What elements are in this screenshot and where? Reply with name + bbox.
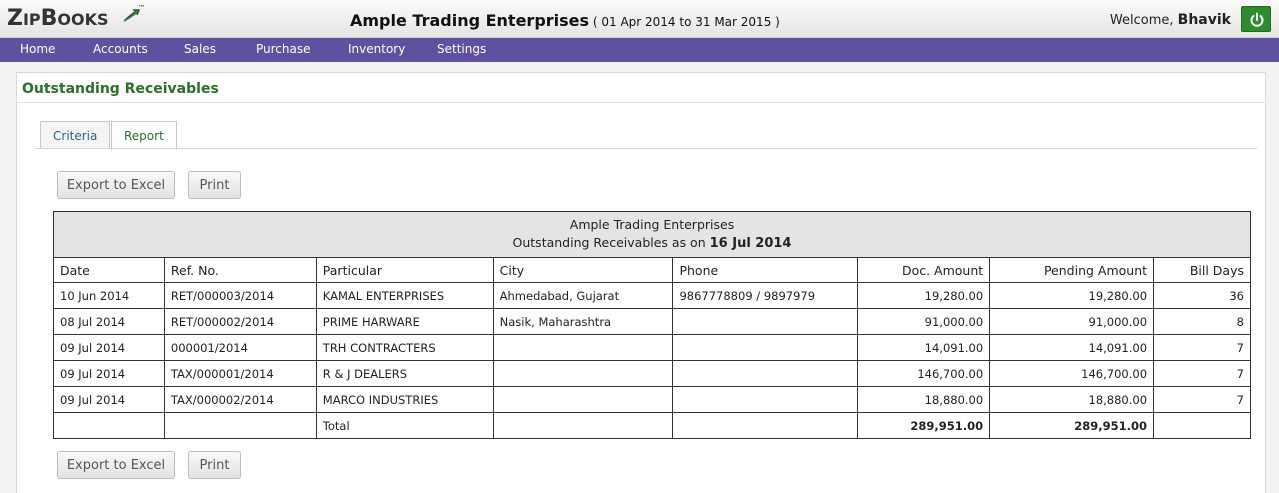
cell-city <box>492 334 674 361</box>
print-button-top[interactable]: Print <box>188 171 241 199</box>
cell-particular: TRH CONTRACTERS <box>315 334 494 361</box>
cell-date: 09 Jul 2014 <box>53 360 165 387</box>
cell-pending-amount: 146,700.00 <box>989 360 1155 387</box>
cell-phone <box>672 360 859 387</box>
cell-bill-days: 7 <box>1153 386 1251 413</box>
nav-inventory[interactable]: Inventory <box>348 42 405 56</box>
cell-ref-no: RET/000002/2014 <box>163 308 317 335</box>
cell-ref-no: TAX/000002/2014 <box>163 386 317 413</box>
cell-bill-days: 7 <box>1153 334 1251 361</box>
cell-doc-amount: 146,700.00 <box>857 360 991 387</box>
col-city: City <box>492 257 674 283</box>
export-excel-button-bottom[interactable]: Export to Excel <box>57 451 175 479</box>
table-row: 09 Jul 2014 000001/2014 TRH CONTRACTERS … <box>53 334 1251 361</box>
cell-ref-no: TAX/000001/2014 <box>163 360 317 387</box>
cell-particular: KAMAL ENTERPRISES <box>315 282 494 309</box>
cell-date: 08 Jul 2014 <box>53 308 165 335</box>
col-pending-amount: Pending Amount <box>989 257 1155 283</box>
cell-date: 10 Jun 2014 <box>53 282 165 309</box>
cell-doc-amount: 91,000.00 <box>857 308 991 335</box>
cell-phone <box>672 334 859 361</box>
cell-city <box>492 360 674 387</box>
print-button-bottom[interactable]: Print <box>188 451 241 479</box>
financial-period: ( 01 Apr 2014 to 31 Mar 2015 ) <box>592 15 780 29</box>
nav-purchase[interactable]: Purchase <box>256 42 311 56</box>
cell-doc-amount: 19,280.00 <box>857 282 991 309</box>
nav-home[interactable]: Home <box>20 42 55 56</box>
cell-particular: R & J DEALERS <box>315 360 494 387</box>
cell-date: 09 Jul 2014 <box>53 334 165 361</box>
table-row: 10 Jun 2014 RET/000003/2014 KAMAL ENTERP… <box>53 282 1251 309</box>
cell-doc-amount: 14,091.00 <box>857 334 991 361</box>
table-row: 09 Jul 2014 TAX/000001/2014 R & J DEALER… <box>53 360 1251 387</box>
cell-pending-amount: 14,091.00 <box>989 334 1155 361</box>
main-nav: Home Accounts Sales Purchase Inventory S… <box>0 38 1279 62</box>
cell-city: Ahmedabad, Gujarat <box>492 282 674 309</box>
nav-accounts[interactable]: Accounts <box>93 42 148 56</box>
company-title: Ample Trading Enterprises ( 01 Apr 2014 … <box>350 11 780 30</box>
table-row: 08 Jul 2014 RET/000002/2014 PRIME HARWAR… <box>53 308 1251 335</box>
cell-bill-days: 8 <box>1153 308 1251 335</box>
col-phone: Phone <box>672 257 859 283</box>
cell-pending-amount: 19,280.00 <box>989 282 1155 309</box>
table-row: 09 Jul 2014 TAX/000002/2014 MARCO INDUST… <box>53 386 1251 413</box>
title-divider <box>17 102 1265 103</box>
logo-trademark: ™ <box>138 4 145 12</box>
welcome-text: Welcome, Bhavik <box>1110 12 1231 28</box>
page-title: Outstanding Receivables <box>22 81 219 97</box>
total-label: Total <box>315 412 494 439</box>
logout-button[interactable] <box>1241 6 1271 32</box>
cell-bill-days: 36 <box>1153 282 1251 309</box>
cell-ref-no: RET/000003/2014 <box>163 282 317 309</box>
cell-city: Nasik, Maharashtra <box>492 308 674 335</box>
nav-settings[interactable]: Settings <box>437 42 486 56</box>
nav-sales[interactable]: Sales <box>184 42 216 56</box>
power-icon <box>1250 12 1264 27</box>
cell-doc-amount: 18,880.00 <box>857 386 991 413</box>
cell-phone <box>672 308 859 335</box>
cell-pending-amount: 91,000.00 <box>989 308 1155 335</box>
cell-pending-amount: 18,880.00 <box>989 386 1155 413</box>
cell-phone: 9867778809 / 9897979 <box>672 282 859 309</box>
col-bill-days: Bill Days <box>1153 257 1251 283</box>
col-date: Date <box>53 257 165 283</box>
col-ref-no: Ref. No. <box>163 257 317 283</box>
cell-phone <box>672 386 859 413</box>
tab-report[interactable]: Report <box>111 121 177 150</box>
cell-particular: MARCO INDUSTRIES <box>315 386 494 413</box>
total-row: Total 289,951.00 289,951.00 <box>53 412 1251 439</box>
tab-criteria[interactable]: Criteria <box>40 121 111 149</box>
report-subtitle: Outstanding Receivables as on <box>512 235 706 250</box>
cell-bill-days: 7 <box>1153 360 1251 387</box>
cell-date: 09 Jul 2014 <box>53 386 165 413</box>
total-pending-amount: 289,951.00 <box>989 412 1155 439</box>
report-as-on-date: 16 Jul 2014 <box>709 236 792 251</box>
outstanding-receivables-table: Ample Trading Enterprises Outstanding Re… <box>53 211 1251 439</box>
top-header: ZIPBOOKS ™ Ample Trading Enterprises ( 0… <box>0 0 1279 38</box>
tabs-divider <box>35 148 1257 149</box>
report-company: Ample Trading Enterprises <box>569 217 735 232</box>
cell-particular: PRIME HARWARE <box>315 308 494 335</box>
cell-ref-no: 000001/2014 <box>163 334 317 361</box>
zipbooks-logo[interactable]: ZIPBOOKS ™ <box>7 4 145 34</box>
report-panel: Outstanding Receivables Criteria Report … <box>16 72 1266 493</box>
report-heading: Ample Trading Enterprises Outstanding Re… <box>53 211 1251 258</box>
export-excel-button-top[interactable]: Export to Excel <box>57 171 175 199</box>
user-name: Bhavik <box>1177 12 1231 28</box>
cell-city <box>492 386 674 413</box>
col-doc-amount: Doc. Amount <box>857 257 991 283</box>
company-name: Ample Trading Enterprises <box>350 11 590 30</box>
welcome-label: Welcome, <box>1109 13 1174 28</box>
total-doc-amount: 289,951.00 <box>857 412 991 439</box>
col-particular: Particular <box>315 257 494 283</box>
